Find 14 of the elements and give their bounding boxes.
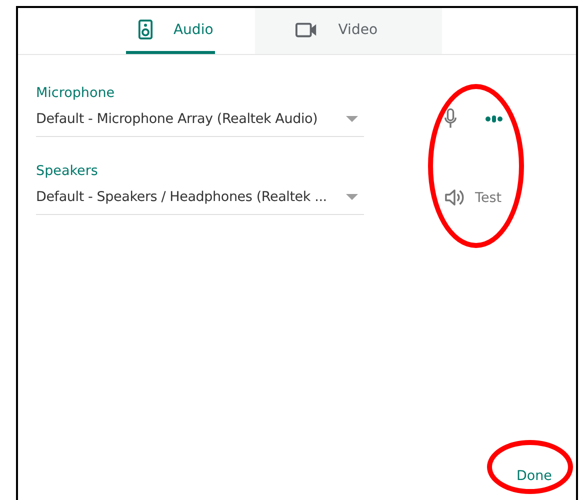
field-label: Speakers (36, 163, 98, 179)
speaker-icon (138, 19, 154, 40)
video-camera-icon (295, 22, 318, 38)
tab[interactable]: Video (255, 8, 442, 54)
device-dropdown[interactable]: Default - Microphone Array (Realtek Audio) (36, 111, 364, 137)
volume-icon (444, 188, 465, 207)
test-button[interactable]: Test (475, 190, 502, 206)
caret-icon (346, 194, 358, 200)
device-dropdown[interactable]: Default - Speakers / Headphones (Realtek ... (36, 189, 364, 215)
field-label: Microphone (36, 85, 115, 101)
level-meter-icon (485, 114, 503, 122)
done-button[interactable]: Done (516, 468, 552, 484)
microphone-icon (444, 108, 457, 129)
caret-icon (346, 116, 358, 122)
